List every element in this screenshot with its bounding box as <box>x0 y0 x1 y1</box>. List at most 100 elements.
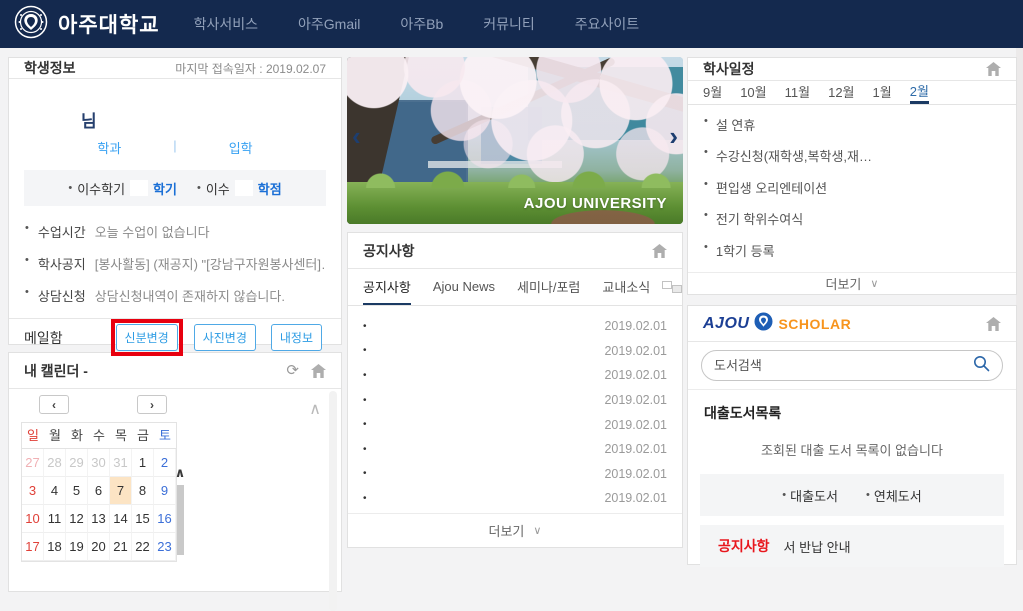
calendar-day[interactable]: 22 <box>132 533 154 561</box>
calendar-grid: 일월화수목금토 27282930311234567891011121314151… <box>21 422 177 562</box>
calendar-next-button[interactable]: › <box>137 395 167 414</box>
schedule-more-button[interactable]: 더보기 ∨ <box>688 272 1016 294</box>
notice-item[interactable]: • 2019.02.01 <box>363 388 667 413</box>
notice-header: 공지사항 <box>348 233 682 269</box>
nav-item[interactable]: 아주Bb <box>400 14 443 34</box>
calendar-day[interactable]: 14 <box>110 505 132 533</box>
profile-action-button[interactable]: 사진변경 <box>194 324 256 351</box>
calendar-day[interactable]: 8 <box>132 477 154 505</box>
loan-links-box: • 대출도서 • 연체도서 <box>700 474 1004 516</box>
notice-item[interactable]: • 2019.02.01 <box>363 314 667 339</box>
month-tab[interactable]: 2월 <box>910 81 929 104</box>
schedule-item[interactable]: • 전기 학위수여식 <box>704 209 1000 228</box>
last-access-date: 2019.02.07 <box>266 62 326 76</box>
calendar-day[interactable]: 20 <box>88 533 110 561</box>
calendar-day[interactable]: 11 <box>44 505 66 533</box>
calendar-day[interactable]: 13 <box>88 505 110 533</box>
calendar-day[interactable]: 28 <box>44 449 66 477</box>
scroll-up-icon[interactable]: ∧ <box>173 465 187 481</box>
bullet-icon: • <box>363 395 367 406</box>
bullet-icon: • <box>704 178 708 197</box>
profile-action-button[interactable]: 내정보 <box>271 324 322 351</box>
bullet-icon: • <box>704 146 708 165</box>
calendar-day[interactable]: 1 <box>132 449 154 477</box>
calendar-side-scroll-track[interactable] <box>329 391 337 611</box>
calendar-day[interactable]: 27 <box>22 449 44 477</box>
home-icon[interactable] <box>652 244 667 258</box>
book-search-box <box>701 350 1003 381</box>
home-icon[interactable] <box>986 317 1001 331</box>
calendar-day[interactable]: 3 <box>22 477 44 505</box>
schedule-item[interactable]: • 편입생 오리엔테이션 <box>704 178 1000 197</box>
calendar-day[interactable]: 10 <box>22 505 44 533</box>
notice-item[interactable]: • 2019.02.01 <box>363 339 667 364</box>
scrollbar-thumb[interactable] <box>177 485 184 555</box>
student-quick-row[interactable]: • 수업시간 오늘 수업이 없습니다 <box>25 222 325 241</box>
calendar-prev-button[interactable]: ‹ <box>39 395 69 414</box>
credit-label: 이수 <box>206 179 230 198</box>
student-meta: 학과 | 입학 <box>9 138 341 157</box>
mailbox-label[interactable]: 메일함 <box>24 328 63 348</box>
calendar-day[interactable]: 18 <box>44 533 66 561</box>
nav-item[interactable]: 학사서비스 <box>194 14 258 34</box>
calendar-day[interactable]: 19 <box>66 533 88 561</box>
notice-tab[interactable]: 세미나/포럼 <box>517 269 580 305</box>
calendar-day[interactable]: 7 <box>110 477 132 505</box>
notice-tab[interactable]: 교내소식 <box>602 269 650 305</box>
month-tab[interactable]: 12월 <box>828 81 854 104</box>
calendar-day[interactable]: 30 <box>88 449 110 477</box>
book-search-input[interactable] <box>714 358 973 373</box>
calendar-scrollbar[interactable]: ∧ <box>173 465 187 595</box>
notice-item[interactable]: • 2019.02.01 <box>363 462 667 487</box>
nav-item[interactable]: 주요사이트 <box>575 14 639 34</box>
calendar-day[interactable]: 12 <box>66 505 88 533</box>
calendar-day[interactable]: 5 <box>66 477 88 505</box>
month-tab[interactable]: 1월 <box>873 81 892 104</box>
student-quick-row[interactable]: • 학사공지 [봉사활동] (재공지) "[강남구자원봉사센터]… <box>25 254 325 273</box>
calendar-day[interactable]: 29 <box>66 449 88 477</box>
notice-item[interactable]: • 2019.02.01 <box>363 363 667 388</box>
nav-item[interactable]: 커뮤니티 <box>483 14 535 34</box>
calendar-day[interactable]: 17 <box>22 533 44 561</box>
loan-link[interactable]: • 연체도서 <box>866 486 922 505</box>
notice-tab[interactable]: Ajou News <box>433 269 495 305</box>
last-access: 마지막 접속일자 : 2019.02.07 <box>175 60 326 77</box>
month-tab[interactable]: 11월 <box>785 81 810 104</box>
notice-item[interactable]: • 2019.02.01 <box>363 437 667 462</box>
search-icon[interactable] <box>973 355 990 377</box>
refresh-icon[interactable]: ⟳ <box>286 363 299 378</box>
page-scroll-track[interactable] <box>1016 48 1023 550</box>
schedule-item[interactable]: • 1학기 등록 <box>704 241 1000 260</box>
calendar-day[interactable]: 4 <box>44 477 66 505</box>
schedule-item[interactable]: • 수강신청(재학생,복학생,재… <box>704 146 1000 165</box>
loan-list-title: 대출도서목록 <box>688 390 1016 423</box>
library-notice-row[interactable]: 공지사항 서 반납 안내 <box>700 525 1004 567</box>
banner-prev-icon[interactable]: ‹ <box>352 123 361 149</box>
home-icon[interactable] <box>986 62 1001 76</box>
month-tab[interactable]: 9월 <box>703 81 722 104</box>
calendar-day[interactable]: 21 <box>110 533 132 561</box>
calendar-day[interactable]: 15 <box>132 505 154 533</box>
notice-more-button[interactable]: 더보기 ∨ <box>348 513 682 547</box>
notice-panel: 공지사항 공지사항Ajou News세미나/포럼교내소식 • 2019.02.0… <box>347 232 683 548</box>
academic-schedule-panel: 학사일정 9월 10월 11월 12월 1월 2월 • 설 연휴 • 수강신청(재학생,복… <box>687 57 1017 295</box>
panel-scroll-up-icon[interactable]: ∧ <box>309 399 321 419</box>
notice-item[interactable]: • 2019.02.01 <box>363 412 667 437</box>
home-icon[interactable] <box>311 364 326 378</box>
brand[interactable]: 아주대학교 <box>14 5 160 44</box>
ajou-scholar-logo[interactable]: AJOU SCHOLAR <box>703 312 851 336</box>
notice-item[interactable]: • 2019.02.01 <box>363 486 667 511</box>
month-tab[interactable]: 10월 <box>740 81 766 104</box>
calendar-day[interactable]: 6 <box>88 477 110 505</box>
more-label: 더보기 <box>826 274 862 293</box>
student-quick-row[interactable]: • 상담신청 상담신청내역이 존재하지 않습니다. <box>25 286 325 305</box>
loan-link[interactable]: • 대출도서 <box>782 486 838 505</box>
nav-item[interactable]: 아주Gmail <box>298 14 360 34</box>
calendar-day[interactable]: 31 <box>110 449 132 477</box>
schedule-header: 학사일정 <box>688 58 1016 81</box>
notice-tab[interactable]: 공지사항 <box>363 269 411 305</box>
schedule-item-text: 전기 학위수여식 <box>716 209 803 228</box>
banner-next-icon[interactable]: › <box>669 123 678 149</box>
profile-action-button[interactable]: 신분변경 <box>116 324 178 351</box>
schedule-item[interactable]: • 설 연휴 <box>704 115 1000 134</box>
